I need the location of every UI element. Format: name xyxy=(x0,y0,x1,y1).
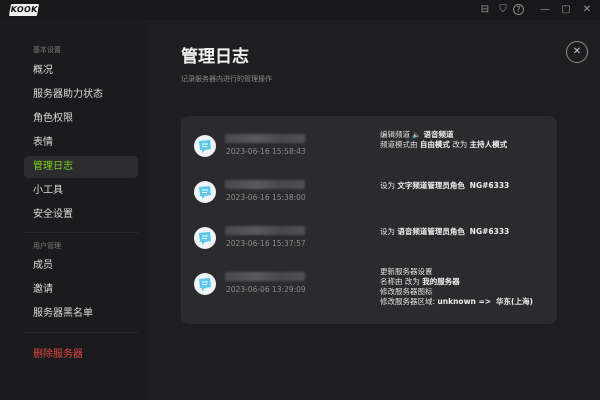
shield-icon[interactable]: ⛉ xyxy=(496,3,510,17)
log-description: 设为 文字频道管理员角色 NG#6333 xyxy=(380,181,509,191)
log-text: 编辑频道 xyxy=(380,130,410,139)
sidebar-item-boost-status[interactable]: 服务器助力状态 xyxy=(24,84,138,106)
username-redacted xyxy=(225,180,305,189)
channel-name: 语音频道 xyxy=(423,130,454,139)
section-label-users: 用户管理 xyxy=(33,242,61,250)
maximize-icon[interactable]: ▢ xyxy=(559,3,573,17)
log-timestamp: 2023-06-06 13:29:09 xyxy=(226,285,306,294)
old-region: unknown xyxy=(437,297,476,306)
sidebar-item-tools[interactable]: 小工具 xyxy=(24,180,138,202)
log-text: 修改服务器区域: xyxy=(380,297,438,306)
server-name: 我的服务器 xyxy=(422,277,460,286)
avatar-icon xyxy=(199,278,211,291)
avatar-icon xyxy=(199,232,211,245)
title-bar: KOOK ⊟ ⛉ ? — ▢ ✕ xyxy=(0,0,600,20)
sidebar-divider xyxy=(24,232,138,233)
window-close-icon[interactable]: ✕ xyxy=(580,3,594,17)
sidebar-item-delete-server[interactable]: 删除服务器 xyxy=(24,344,138,366)
help-icon[interactable]: ? xyxy=(513,4,524,15)
log-entry: 2023-06-16 15:37:57 设为 语音频道管理员角色 NG#6333 xyxy=(181,220,557,260)
avatar[interactable] xyxy=(194,181,216,203)
log-entry: 2023-06-06 13:29:09 更新服务器设置 名称由 改为 我的服务器… xyxy=(181,266,557,320)
sidebar-divider xyxy=(24,332,138,333)
audit-log-list: 2023-06-16 15:58:43 编辑频道 🔈 语音频道 频道模式由 自由… xyxy=(181,116,557,324)
role-name: 语音频道管理员角色 xyxy=(397,227,465,236)
log-text: 设为 xyxy=(380,181,398,190)
page-title: 管理日志 xyxy=(181,47,249,67)
sidebar-item-emoji[interactable]: 表情 xyxy=(24,132,138,154)
sidebar-item-security[interactable]: 安全设置 xyxy=(24,204,138,226)
log-timestamp: 2023-06-16 15:38:00 xyxy=(226,193,306,202)
sidebar-item-blacklist[interactable]: 服务器黑名单 xyxy=(24,303,138,325)
sidebar-item-roles[interactable]: 角色权限 xyxy=(24,108,138,130)
log-text: 更新服务器设置 xyxy=(380,267,433,276)
sidebar-item-overview[interactable]: 概况 xyxy=(24,60,138,82)
archive-icon[interactable]: ⊟ xyxy=(478,3,492,17)
speaker-icon: 🔈 xyxy=(412,131,422,139)
sidebar-item-invites[interactable]: 邀请 xyxy=(24,279,138,301)
log-text: 频道模式由 xyxy=(380,140,420,149)
avatar[interactable] xyxy=(194,227,216,249)
log-description: 设为 语音频道管理员角色 NG#6333 xyxy=(380,227,509,237)
target-user: NG#6333 xyxy=(469,227,510,236)
log-entry: 2023-06-16 15:58:43 编辑频道 🔈 语音频道 频道模式由 自由… xyxy=(181,128,557,168)
log-text: 改为 xyxy=(449,140,470,149)
old-mode: 自由模式 xyxy=(419,140,450,149)
close-settings-button[interactable]: ✕ xyxy=(566,41,588,63)
sidebar-item-audit-log[interactable]: 管理日志 xyxy=(24,156,138,178)
target-user: NG#6333 xyxy=(469,181,510,190)
role-name: 文字频道管理员角色 xyxy=(397,181,465,190)
username-redacted xyxy=(225,134,305,143)
username-redacted xyxy=(225,272,305,281)
new-mode: 主持人模式 xyxy=(469,140,508,149)
log-text: 修改服务器图标 xyxy=(380,287,433,296)
section-label-basic: 基本设置 xyxy=(33,46,61,54)
avatar-icon xyxy=(199,186,211,199)
minimize-icon[interactable]: — xyxy=(538,3,552,17)
avatar[interactable] xyxy=(194,273,216,295)
log-text: 名称由 改为 xyxy=(380,277,423,286)
sidebar-item-members[interactable]: 成员 xyxy=(24,255,138,277)
log-description: 编辑频道 🔈 语音频道 频道模式由 自由模式 改为 主持人模式 xyxy=(380,130,507,150)
main-panel: 管理日志 记录服务器内进行的管理操作 ✕ 2023-06-16 15:58:43… xyxy=(148,20,600,400)
log-timestamp: 2023-06-16 15:37:57 xyxy=(226,239,306,248)
settings-sidebar: 基本设置 概况 服务器助力状态 角色权限 表情 管理日志 小工具 安全设置 用户… xyxy=(0,20,147,400)
page-subtitle: 记录服务器内进行的管理操作 xyxy=(181,75,272,83)
log-timestamp: 2023-06-16 15:58:43 xyxy=(226,147,306,156)
username-redacted xyxy=(225,226,305,235)
avatar-icon xyxy=(199,140,211,153)
log-entry: 2023-06-16 15:38:00 设为 文字频道管理员角色 NG#6333 xyxy=(181,174,557,214)
avatar[interactable] xyxy=(194,135,216,157)
kook-logo: KOOK xyxy=(8,4,40,16)
new-region: 华东(上海) xyxy=(496,297,533,306)
arrow: => xyxy=(475,297,494,306)
log-description: 更新服务器设置 名称由 改为 我的服务器 修改服务器图标 修改服务器区域: un… xyxy=(380,267,533,307)
log-text: 设为 xyxy=(380,227,398,236)
